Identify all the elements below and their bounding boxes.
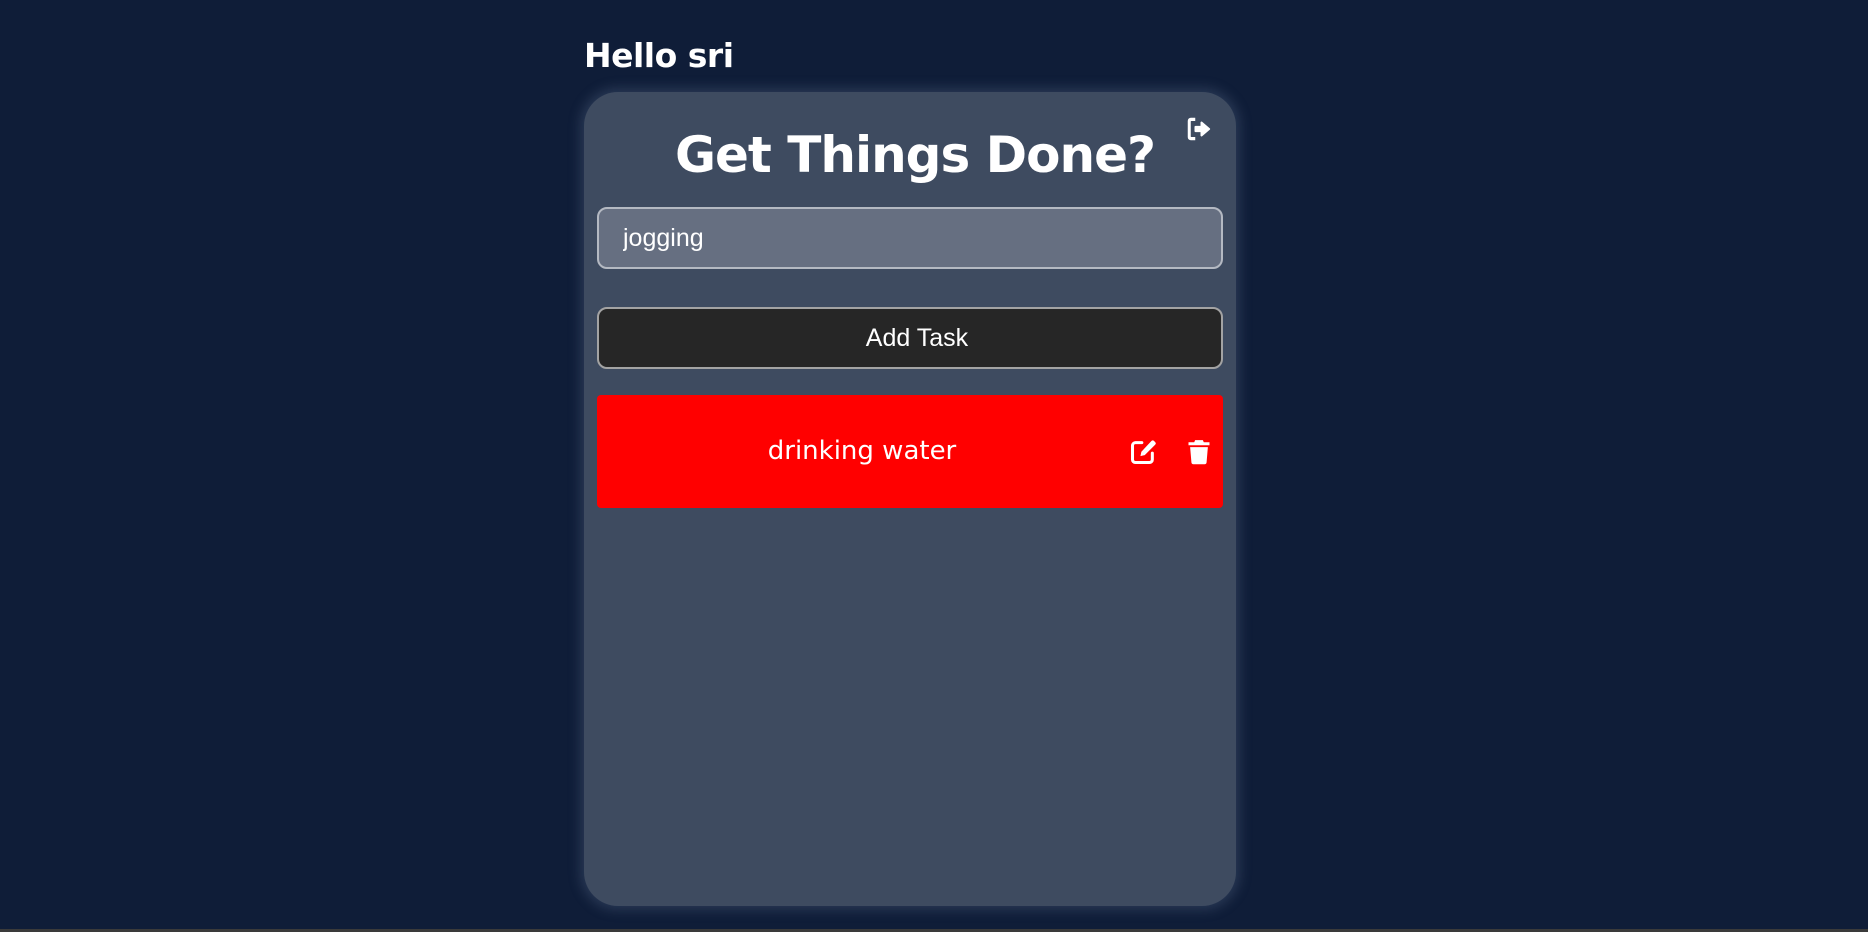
task-actions <box>1129 395 1213 508</box>
task-text: drinking water <box>767 436 957 466</box>
task-input[interactable] <box>597 207 1223 269</box>
trash-icon[interactable] <box>1185 438 1213 466</box>
todo-card: Get Things Done? Add Task drinking water <box>584 92 1236 906</box>
task-item: drinking water <box>597 395 1223 508</box>
edit-icon[interactable] <box>1129 438 1157 466</box>
task-list: drinking water <box>597 395 1223 508</box>
greeting-title: Hello sri <box>584 36 734 75</box>
card-heading: Get Things Done? <box>674 126 1156 184</box>
add-task-button[interactable]: Add Task <box>597 307 1223 369</box>
